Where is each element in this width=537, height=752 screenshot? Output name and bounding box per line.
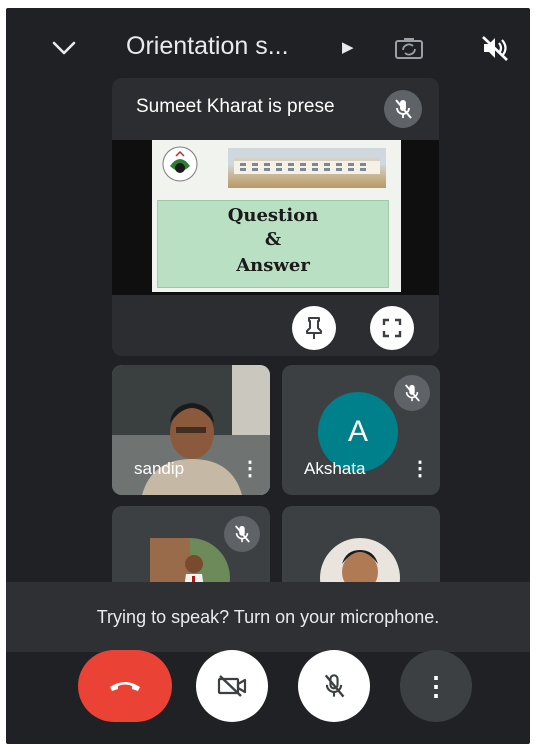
mic-off-icon xyxy=(235,525,250,543)
collapse-button[interactable] xyxy=(46,30,82,66)
camera-switch-icon xyxy=(395,38,423,59)
participant-name: sandip xyxy=(134,459,185,478)
meeting-title[interactable]: Orientation s... xyxy=(126,32,289,61)
presentation-tile[interactable]: Sumeet Kharat is prese Question & Answer xyxy=(112,78,439,356)
slide-text-box: Question & Answer xyxy=(157,200,389,288)
shared-screen: Question & Answer xyxy=(112,140,439,295)
mic-off-icon xyxy=(395,99,412,119)
title-expand-arrow[interactable]: ▶ xyxy=(342,38,354,56)
more-icon: ⋮ xyxy=(423,670,449,701)
participant-name: Akshata xyxy=(304,459,366,478)
participant-mic-status xyxy=(394,375,430,411)
camera-off-icon xyxy=(217,675,247,697)
institute-logo xyxy=(162,146,198,182)
mic-off-icon xyxy=(324,674,345,698)
camera-toggle-button[interactable] xyxy=(196,650,268,722)
end-call-icon xyxy=(110,682,140,691)
presenter-label: Sumeet Kharat is prese xyxy=(136,96,335,117)
fullscreen-button[interactable] xyxy=(370,306,414,350)
campus-photo xyxy=(228,148,386,188)
pin-button[interactable] xyxy=(292,306,336,350)
participant-tile-akshata[interactable]: A Akshata ⋮ xyxy=(282,365,440,495)
speaker-toggle-button[interactable] xyxy=(478,32,512,64)
microphone-toggle-button[interactable] xyxy=(298,650,370,722)
end-call-button[interactable] xyxy=(78,650,172,722)
toast-message: Trying to speak? Turn on your microphone… xyxy=(96,606,440,627)
switch-camera-button[interactable] xyxy=(392,34,426,62)
participant-more-button[interactable]: ⋮ xyxy=(410,459,430,479)
microphone-toast: Trying to speak? Turn on your microphone… xyxy=(6,582,530,652)
speaker-off-icon xyxy=(482,36,508,61)
presenter-mic-status xyxy=(384,90,422,128)
participant-tile-sandip[interactable]: sandip ⋮ xyxy=(112,365,270,495)
pin-icon xyxy=(306,317,322,339)
participant-more-button[interactable]: ⋮ xyxy=(240,459,260,479)
more-options-button[interactable]: ⋮ xyxy=(400,650,472,722)
slide-line-2: & xyxy=(264,229,282,250)
slide-line-3: Answer xyxy=(236,255,310,276)
slide-line-1: Question xyxy=(227,205,319,226)
mic-off-icon xyxy=(405,384,420,402)
fullscreen-icon xyxy=(382,318,402,338)
chevron-down-icon xyxy=(52,41,76,55)
meeting-screen: Orientation s... ▶ Sumeet Kharat is pres… xyxy=(6,8,530,744)
presentation-slide: Question & Answer xyxy=(152,140,401,292)
campus-building-image xyxy=(234,158,380,174)
